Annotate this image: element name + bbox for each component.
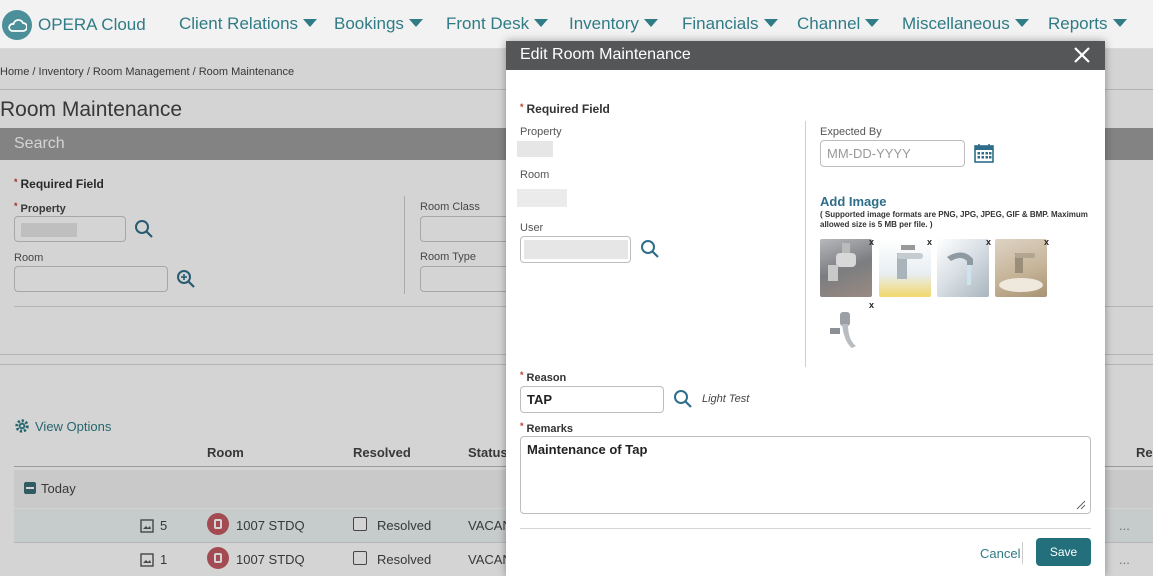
remarks-textarea[interactable]: Maintenance of Tap xyxy=(520,436,1091,514)
nav-front-desk[interactable]: Front Desk xyxy=(446,14,549,34)
nav-financials[interactable]: Financials xyxy=(682,14,778,34)
caret-down-icon xyxy=(763,19,778,27)
add-image-link[interactable]: Add Image xyxy=(820,194,886,209)
required-star-icon: * xyxy=(520,370,524,380)
property-value xyxy=(517,141,553,157)
nav-channel[interactable]: Channel xyxy=(797,14,880,34)
caret-down-icon xyxy=(408,19,423,27)
app-logo[interactable]: OPERA Cloud xyxy=(2,10,146,40)
caret-down-icon xyxy=(534,19,549,27)
caret-down-icon xyxy=(1112,19,1127,27)
remove-image-button[interactable]: x xyxy=(1044,237,1049,247)
divider xyxy=(805,121,806,367)
nav-miscellaneous[interactable]: Miscellaneous xyxy=(902,14,1029,34)
calendar-icon[interactable] xyxy=(974,143,994,163)
user-label: User xyxy=(520,222,544,234)
caret-down-icon xyxy=(1014,19,1029,27)
cancel-button[interactable]: Cancel xyxy=(980,546,1020,561)
expected-by-label: Expected By xyxy=(820,126,882,138)
caret-down-icon xyxy=(303,19,318,27)
divider xyxy=(520,528,1091,529)
remove-image-button[interactable]: x xyxy=(986,237,991,247)
caret-down-icon xyxy=(643,19,658,27)
app-name: OPERA Cloud xyxy=(38,15,146,34)
nav-bookings[interactable]: Bookings xyxy=(334,14,423,34)
room-value xyxy=(517,189,567,207)
attached-image-thumbnail[interactable] xyxy=(995,239,1047,297)
image-format-note: ( Supported image formats are PNG, JPG, … xyxy=(820,210,1088,229)
faucet-icon xyxy=(897,245,923,279)
faucet-icon xyxy=(999,253,1043,292)
required-field-note: * Required Field xyxy=(520,102,610,116)
save-button[interactable]: Save xyxy=(1036,538,1091,566)
search-icon[interactable] xyxy=(640,239,660,259)
reason-description: Light Test xyxy=(702,393,750,405)
attached-image-thumbnail[interactable] xyxy=(820,302,872,360)
nav-reports[interactable]: Reports xyxy=(1048,14,1127,34)
remove-image-button[interactable]: x xyxy=(869,237,874,247)
cloud-icon xyxy=(2,10,32,40)
edit-room-maintenance-dialog: Edit Room Maintenance * Required Field Pr… xyxy=(506,41,1105,576)
dialog-header: Edit Room Maintenance xyxy=(506,41,1105,70)
search-icon[interactable] xyxy=(673,389,693,409)
attached-image-thumbnail[interactable] xyxy=(879,239,931,297)
faucet-icon xyxy=(947,252,973,285)
attached-image-thumbnail[interactable] xyxy=(937,239,989,297)
resize-handle-icon[interactable] xyxy=(1076,500,1086,510)
nav-inventory[interactable]: Inventory xyxy=(569,14,658,34)
room-label: Room xyxy=(520,169,550,181)
nav-client-relations[interactable]: Client Relations xyxy=(179,14,318,34)
caret-down-icon xyxy=(865,19,880,27)
close-icon[interactable] xyxy=(1073,46,1091,64)
user-input[interactable] xyxy=(520,236,631,263)
divider xyxy=(1022,542,1023,564)
property-label: Property xyxy=(520,126,562,138)
required-star-icon: * xyxy=(520,102,524,112)
faucet-icon xyxy=(828,243,856,281)
remove-image-button[interactable]: x xyxy=(927,237,932,247)
remarks-label: * Remarks xyxy=(520,421,573,435)
reason-label: * Reason xyxy=(520,370,567,384)
dialog-title: Edit Room Maintenance xyxy=(520,46,691,63)
remove-image-button[interactable]: x xyxy=(869,300,874,310)
redacted-value xyxy=(524,240,628,259)
required-star-icon: * xyxy=(520,421,524,431)
faucet-icon xyxy=(830,312,856,348)
reason-input[interactable]: TAP xyxy=(520,386,664,413)
attached-image-thumbnail[interactable] xyxy=(820,239,872,297)
expected-by-input[interactable]: MM-DD-YYYY xyxy=(820,140,965,167)
